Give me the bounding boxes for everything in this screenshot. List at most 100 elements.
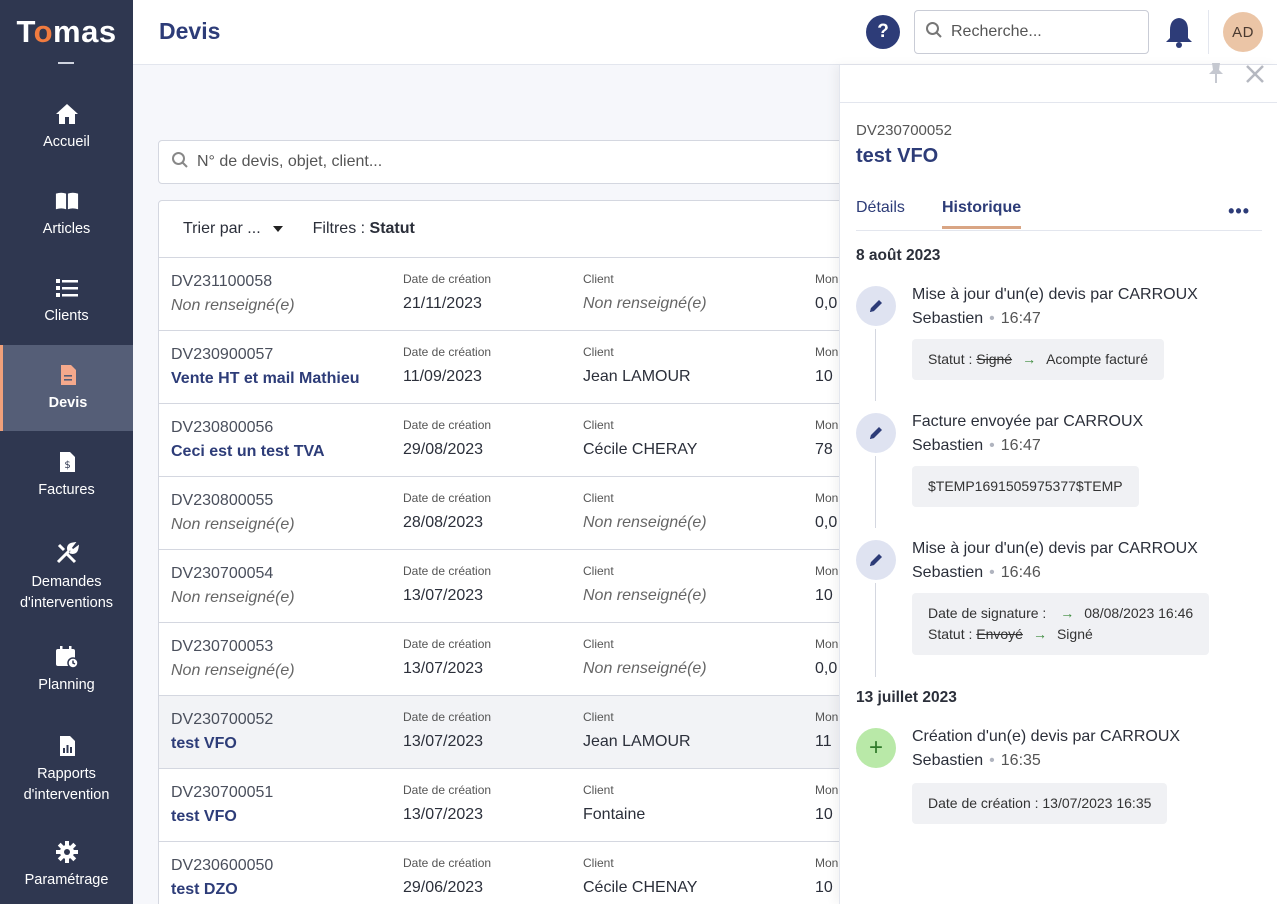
devis-number: DV231100058: [171, 273, 273, 290]
devis-number: DV230900057: [171, 346, 274, 363]
global-search-input[interactable]: [951, 23, 1131, 41]
pencil-icon: [856, 413, 896, 453]
date-label: Date de création: [403, 491, 492, 505]
devis-search-input[interactable]: [197, 153, 817, 171]
montant-value: 11: [815, 733, 832, 750]
date-value: 13/07/2023: [403, 660, 484, 677]
svg-text:$: $: [64, 460, 70, 471]
history-event-title: Création d'un(e) devis par CARROUX Sebas…: [912, 728, 1181, 769]
book-icon: [55, 189, 79, 213]
history-date: 8 août 2023: [856, 247, 941, 264]
caret-down-icon: [272, 226, 283, 232]
table-row[interactable]: DV230900057 Vente HT et mail Mathieu Date …: [159, 331, 857, 404]
montant-value: 10: [815, 806, 833, 823]
avatar[interactable]: AD: [1223, 12, 1263, 52]
devis-list: Trier par ... Filtres : Statut DV2311000…: [158, 200, 858, 904]
date-value: 29/08/2023: [403, 441, 484, 458]
sidebar-item-demandes[interactable]: Demandes d'interventions: [0, 530, 133, 626]
sidebar-item-parametrage[interactable]: Paramétrage: [0, 822, 133, 904]
tab-historique[interactable]: Historique: [942, 199, 1022, 229]
client-label: Client: [583, 272, 614, 286]
table-row[interactable]: DV231100058 Non renseigné(e) Date de créat…: [159, 258, 857, 331]
client-label: Client: [583, 345, 614, 359]
devis-search[interactable]: [158, 140, 858, 184]
date-value: 28/08/2023: [403, 514, 484, 531]
table-row[interactable]: DV230700051 test VFO Date de création 13/07…: [159, 769, 857, 842]
sidebar-item-factures[interactable]: $ Factures: [0, 432, 133, 518]
devis-number: DV230700051: [171, 784, 274, 801]
date-label: Date de création: [403, 272, 492, 286]
client-label: Client: [583, 637, 614, 651]
more-options-icon[interactable]: •••: [1228, 201, 1250, 222]
client-label: Client: [583, 856, 614, 870]
sidebar-item-devis[interactable]: Devis: [0, 345, 133, 431]
devis-object: Non renseigné(e): [171, 662, 295, 679]
devis-number: DV230700054: [171, 565, 274, 582]
sidebar-item-planning[interactable]: Planning: [0, 627, 133, 713]
table-row[interactable]: DV230600050 test DZO Date de création 29/06…: [159, 842, 857, 904]
devis-object: Non renseigné(e): [171, 516, 295, 533]
client-value: Cécile CHERAY: [583, 441, 698, 458]
montant-value: 78: [815, 441, 833, 458]
devis-object: Non renseigné(e): [171, 589, 295, 606]
table-row[interactable]: DV230700053 Non renseigné(e) Date de créat…: [159, 623, 857, 696]
list-icon: [55, 276, 79, 300]
sidebar-item-articles[interactable]: Articles: [0, 171, 133, 257]
devis-number: DV230800055: [171, 492, 274, 509]
arrow-right-icon: →: [1060, 605, 1075, 621]
date-label: Date de création: [403, 637, 492, 651]
plus-icon: +: [856, 728, 896, 768]
client-value: Fontaine: [583, 806, 646, 823]
devis-ref: DV230700052: [856, 122, 952, 139]
table-row[interactable]: DV230700052 test VFO Date de création 13/07…: [159, 696, 857, 769]
devis-title: test VFO: [856, 145, 939, 167]
arrow-right-icon: →: [1022, 351, 1037, 367]
history-event-detail: $TEMP1691505975377$TEMP: [912, 466, 1139, 507]
topbar: Devis ? AD: [133, 0, 1277, 65]
date-label: Date de création: [403, 564, 492, 578]
list-toolbar: Trier par ... Filtres : Statut: [159, 201, 857, 258]
client-value: Non renseigné(e): [583, 514, 707, 531]
page-title: Devis: [159, 18, 221, 44]
global-search[interactable]: [914, 10, 1149, 54]
montant-label: Mon: [815, 637, 839, 651]
sidebar-item-rapports[interactable]: Rapports d'intervention: [0, 722, 133, 818]
devis-object: Ceci est un test TVA: [171, 443, 325, 460]
montant-value: 10: [815, 368, 833, 385]
history-event-title: Mise à jour d'un(e) devis par CARROUX Se…: [912, 540, 1198, 581]
sort-button[interactable]: Trier par ...: [183, 220, 283, 238]
date-value: 13/07/2023: [403, 806, 484, 823]
sidebar-item-accueil[interactable]: Accueil: [0, 84, 133, 170]
change-line: Date de signature : → 08/08/2023 16:46: [928, 605, 1194, 621]
help-button[interactable]: ?: [866, 15, 900, 49]
calendar-icon: [55, 645, 79, 669]
pin-icon[interactable]: [1206, 63, 1226, 85]
client-label: Client: [583, 783, 614, 797]
bell-icon[interactable]: [1163, 14, 1195, 50]
filters-button[interactable]: Filtres : Statut: [313, 220, 415, 238]
change-line: Statut : Envoyé → Signé: [928, 626, 1093, 642]
sidebar: Tomas Accueil Articles Clients Devis $ F…: [0, 0, 133, 904]
client-label: Client: [583, 491, 614, 505]
devis-number: DV230700053: [171, 638, 274, 655]
date-label: Date de création: [403, 710, 492, 724]
table-row[interactable]: DV230800056 Ceci est un test TVA Date de c…: [159, 404, 857, 477]
table-row[interactable]: DV230700054 Non renseigné(e) Date de créat…: [159, 550, 857, 623]
devis-object: Non renseigné(e): [171, 297, 295, 314]
app-logo[interactable]: Tomas: [0, 0, 133, 64]
close-icon[interactable]: [1244, 63, 1266, 85]
report-icon: [55, 734, 79, 758]
change-line: Statut : Signé → Acompte facturé: [928, 351, 1148, 367]
client-value: Non renseigné(e): [583, 587, 707, 604]
date-label: Date de création: [403, 345, 492, 359]
date-value: 11/09/2023: [403, 368, 482, 385]
client-label: Client: [583, 418, 614, 432]
tab-details[interactable]: Détails: [856, 199, 905, 217]
devis-object: Vente HT et mail Mathieu: [171, 370, 360, 387]
panel-tabs: Détails Historique •••: [856, 197, 1262, 231]
client-value: Non renseigné(e): [583, 660, 707, 677]
event-time: 16:47: [1000, 310, 1041, 327]
home-icon: [55, 102, 79, 126]
sidebar-item-clients[interactable]: Clients: [0, 258, 133, 344]
table-row[interactable]: DV230800055 Non renseigné(e) Date de créat…: [159, 477, 857, 550]
